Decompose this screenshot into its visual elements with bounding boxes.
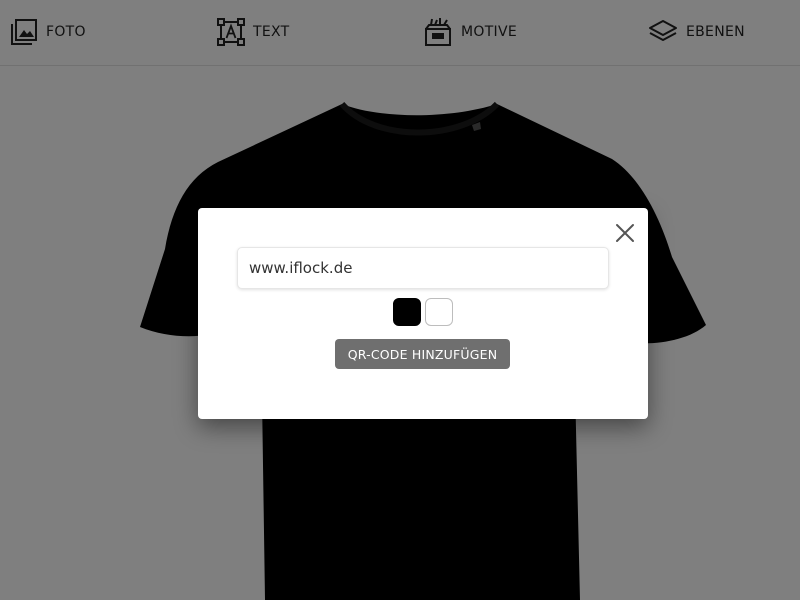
close-icon[interactable] [614, 222, 636, 244]
add-qr-code-button[interactable]: QR-CODE HINZUFÜGEN [335, 339, 510, 369]
color-swatch-black[interactable] [393, 298, 421, 326]
qr-code-dialog: QR-CODE HINZUFÜGEN [198, 208, 648, 419]
qr-url-input[interactable] [237, 247, 609, 289]
color-swatch-white[interactable] [425, 298, 453, 326]
